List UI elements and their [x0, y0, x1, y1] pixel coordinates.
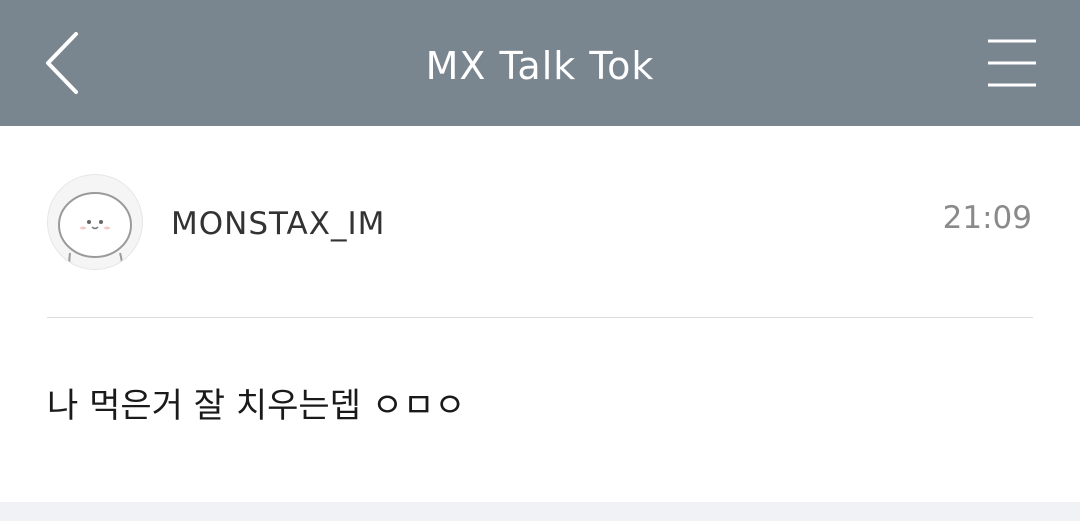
message-text: 나 먹은거 잘 치우는뎁 ㅇㅁㅇ [47, 386, 466, 426]
message-card: MONSTAX_IM 21:09 나 먹은거 잘 치우는뎁 ㅇㅁㅇ [0, 126, 1080, 502]
page-title: MX Talk Tok [425, 44, 655, 88]
avatar[interactable] [47, 174, 143, 270]
avatar-illustration [58, 192, 132, 269]
username: MONSTAX_IM [171, 206, 386, 242]
hamburger-menu-icon[interactable] [980, 34, 1044, 92]
footer-bar [0, 502, 1080, 521]
timestamp: 21:09 [942, 200, 1032, 236]
app-header: MX Talk Tok [0, 0, 1080, 126]
divider [47, 317, 1033, 318]
